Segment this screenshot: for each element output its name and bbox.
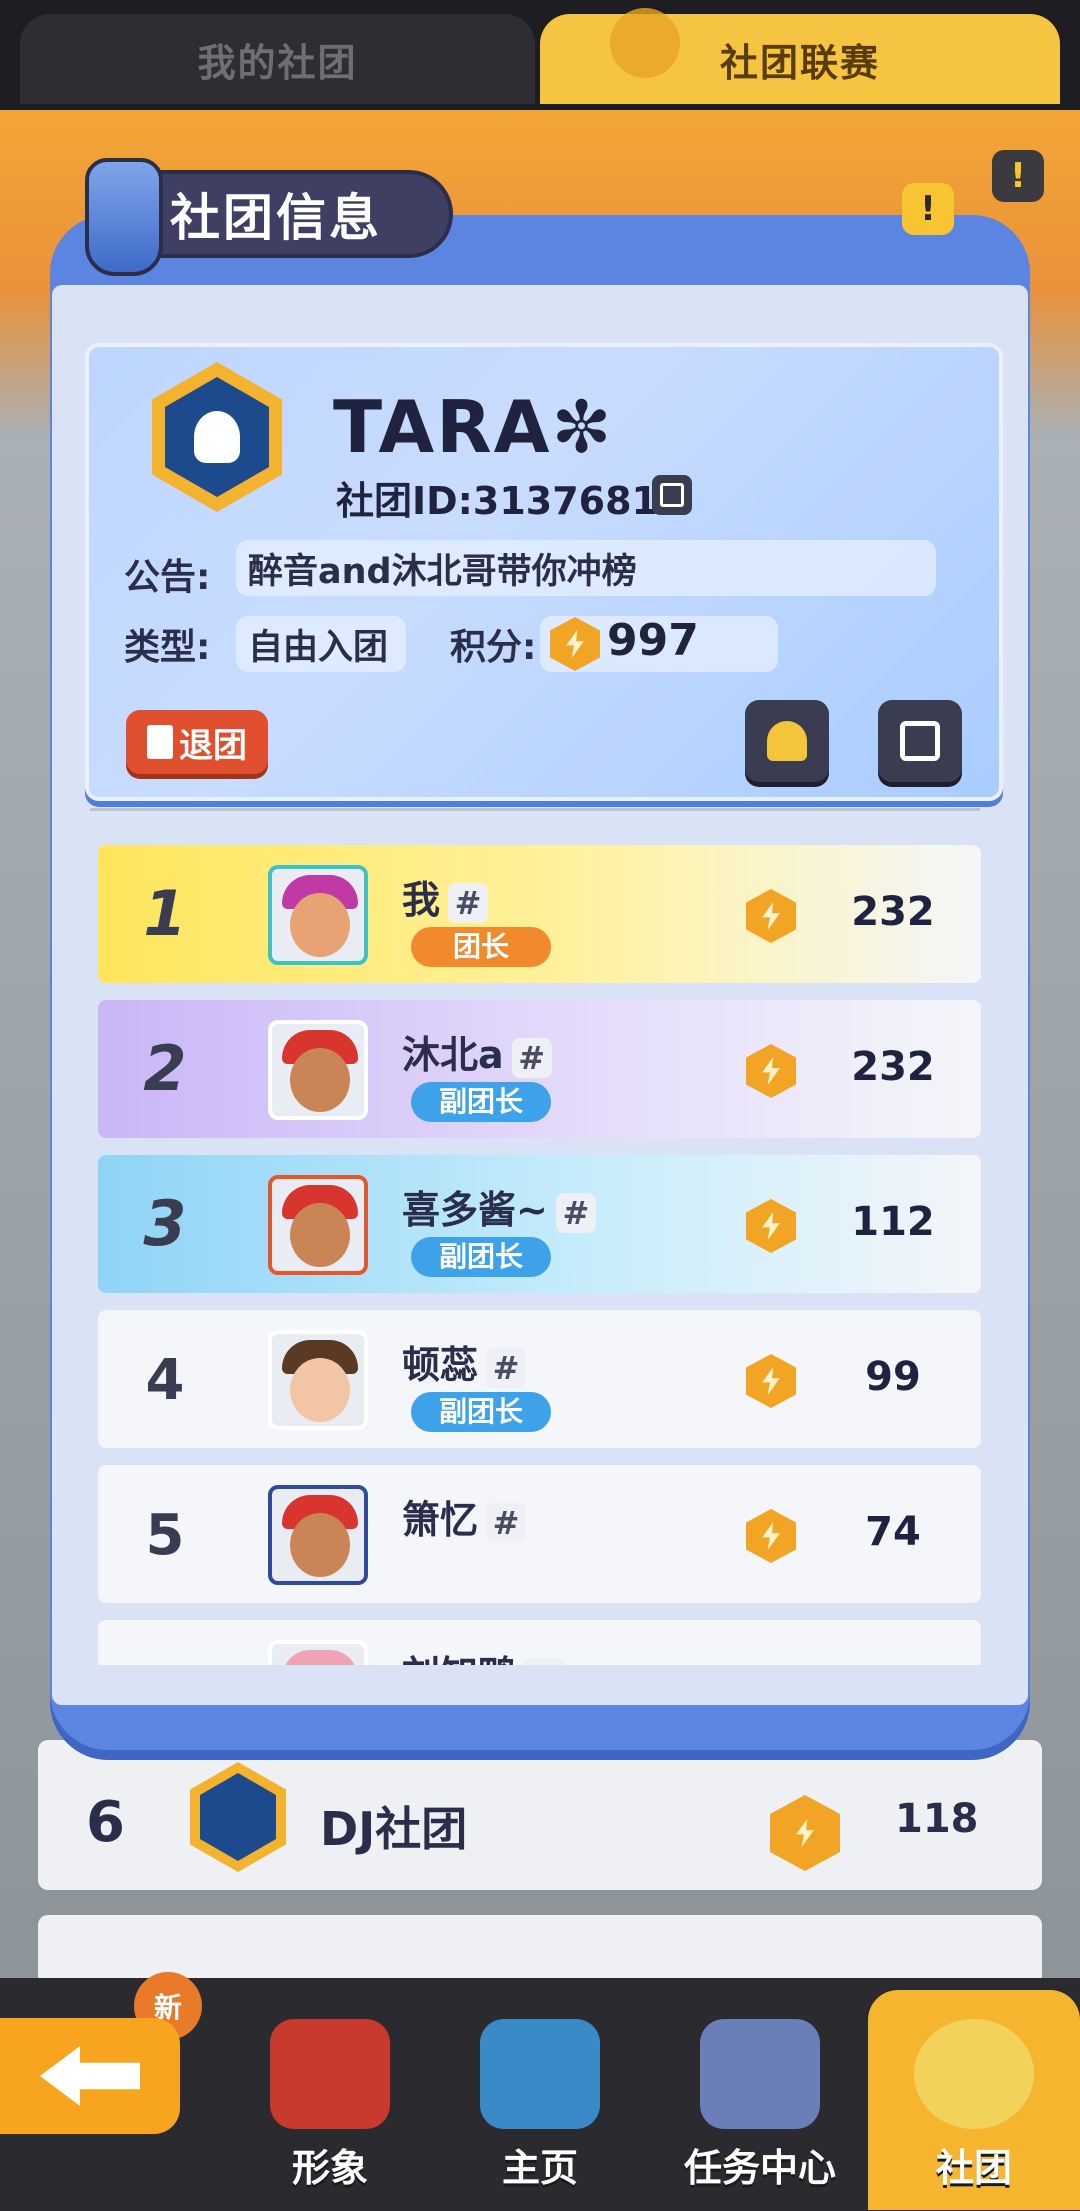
spray-can-icon: [700, 2019, 820, 2129]
member-rank: 1: [143, 877, 187, 950]
notice-label: 公告:: [124, 557, 211, 598]
edit-button[interactable]: [878, 700, 962, 782]
member-role-badge: 副团长: [411, 1392, 551, 1432]
top-tab-bar: 我的社团 社团联赛: [0, 0, 1080, 110]
member-list[interactable]: 1 我 # 团长 232 2 沐北a # 副团长 232 3 喜多酱~ # 副团长 1…: [98, 845, 981, 1665]
member-points: 99: [865, 1354, 921, 1400]
nav-club-label: 社团: [935, 2146, 1012, 2190]
member-row[interactable]: 5 箫忆 # 74: [98, 1465, 981, 1603]
avatar: [268, 865, 368, 965]
league-club-points: 118: [895, 1796, 979, 1842]
member-rank: 3: [143, 1187, 187, 1260]
type-label: 类型:: [124, 627, 211, 668]
hash-icon: #: [511, 1037, 552, 1078]
league-row[interactable]: [38, 1740, 1042, 1890]
nav-avatar-label: 形象: [291, 2146, 368, 2190]
member-points: 232: [851, 1044, 935, 1090]
nav-tasks[interactable]: 任务中心: [660, 1990, 860, 2210]
member-rank: 2: [143, 1032, 187, 1105]
trophy-icon: [610, 8, 680, 78]
avatar: [268, 1175, 368, 1275]
club-name: TARA✼: [333, 385, 614, 469]
nav-home-label: 主页: [501, 2146, 578, 2190]
divider: [90, 808, 980, 811]
nav-tasks-label: 任务中心: [683, 2146, 836, 2190]
avatar: [268, 1640, 368, 1665]
club-type: 自由入团: [236, 616, 406, 672]
member-points: 232: [851, 889, 935, 935]
league-club-name: DJ社团: [320, 1802, 468, 1856]
member-name: 我 #: [402, 869, 489, 924]
nav-home[interactable]: 主页: [440, 1990, 640, 2210]
avatar: [268, 1020, 368, 1120]
member-role-badge: 副团长: [411, 1237, 551, 1277]
coin-icon: [746, 1509, 796, 1563]
club-notice: 醉音and沐北哥带你冲榜: [236, 540, 936, 596]
exit-door-icon: [147, 725, 173, 759]
hash-icon: #: [486, 1502, 527, 1543]
bell-icon: [767, 721, 807, 761]
member-row[interactable]: 3 喜多酱~ # 副团长 112: [98, 1155, 981, 1293]
edit-icon: [900, 721, 940, 761]
tab-club-league-label: 社团联赛: [719, 40, 880, 85]
member-row[interactable]: 刘知鸭#: [98, 1620, 981, 1665]
copy-icon[interactable]: [652, 475, 692, 515]
warning-icon[interactable]: !: [992, 150, 1044, 202]
member-row[interactable]: 2 沐北a # 副团长 232: [98, 1000, 981, 1138]
member-points: 112: [851, 1199, 935, 1245]
club-id: 社团ID:3137681: [336, 479, 658, 523]
member-name: 箫忆 #: [402, 1489, 527, 1544]
coin-icon: [746, 889, 796, 943]
member-rank: 4: [145, 1348, 185, 1413]
coin-icon: [746, 1044, 796, 1098]
mascot-icon: [914, 2019, 1034, 2129]
hash-icon: #: [486, 1347, 527, 1388]
hash-icon: #: [524, 1657, 565, 1665]
member-row[interactable]: 4 顿蕊 # 副团长 99: [98, 1310, 981, 1448]
member-name: 顿蕊 #: [402, 1334, 527, 1389]
avatar: [268, 1330, 368, 1430]
quit-club-button[interactable]: 退团: [126, 710, 268, 774]
league-row[interactable]: [38, 1915, 1042, 1985]
tab-my-club-label: 我的社团: [197, 40, 358, 85]
tab-club-league[interactable]: 社团联赛: [540, 8, 1060, 104]
quit-club-label: 退团: [179, 725, 247, 766]
member-role-badge: 副团长: [411, 1082, 551, 1122]
member-name: 沐北a #: [402, 1024, 552, 1079]
coin-icon: [746, 1199, 796, 1253]
member-name: 喜多酱~ #: [402, 1179, 596, 1234]
back-arrow-icon: [40, 2046, 140, 2106]
tab-my-club[interactable]: 我的社团: [20, 14, 535, 104]
member-role-badge: 团长: [411, 927, 551, 967]
member-points: 74: [865, 1509, 921, 1555]
warning-icon[interactable]: !: [902, 183, 954, 235]
character-icon: [270, 2019, 390, 2129]
coin-icon: [746, 1354, 796, 1408]
member-name: 刘知鸭#: [402, 1644, 565, 1665]
club-score: 997: [607, 615, 699, 666]
back-button[interactable]: [0, 2018, 180, 2134]
spray-can-icon: [85, 158, 163, 276]
league-row-rank: 6: [86, 1790, 125, 1855]
score-label: 积分:: [450, 627, 537, 668]
member-row[interactable]: 1 我 # 团长 232: [98, 845, 981, 983]
map-icon: [480, 2019, 600, 2129]
nav-avatar[interactable]: 形象: [230, 1990, 430, 2210]
nav-club[interactable]: 社团: [868, 1990, 1080, 2210]
notification-button[interactable]: [745, 700, 829, 782]
hash-icon: #: [448, 882, 489, 923]
avatar: [268, 1485, 368, 1585]
hash-icon: #: [555, 1192, 596, 1233]
member-rank: 5: [145, 1503, 185, 1568]
